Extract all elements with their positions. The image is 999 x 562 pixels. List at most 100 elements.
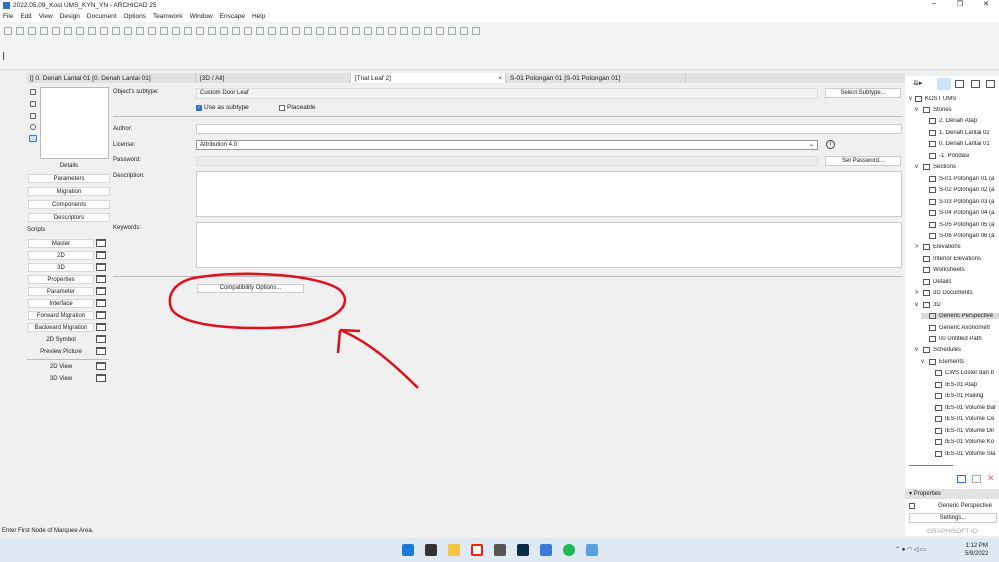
menu-file[interactable]: File	[3, 13, 13, 20]
tree-item[interactable]: S-04 Potongan 04 (a	[921, 210, 999, 217]
scrollbar[interactable]	[909, 465, 953, 466]
toolbar-tool-icon[interactable]	[184, 27, 192, 35]
calculator-icon[interactable]	[494, 544, 506, 556]
button-migration[interactable]: Migration	[28, 187, 110, 196]
plan-icon[interactable]	[30, 101, 36, 107]
select-subtype-button[interactable]: Select Subtype...	[825, 88, 901, 98]
toolbar-tool-icon[interactable]	[208, 27, 216, 35]
toolbar-tool-icon[interactable]	[256, 27, 264, 35]
spotify-icon[interactable]	[563, 544, 575, 556]
toolbar-tool-icon[interactable]	[40, 27, 48, 35]
tree-item[interactable]: > Elevations	[915, 244, 999, 251]
properties-header[interactable]: ▾ Properties	[905, 489, 999, 499]
toolbar-tool-icon[interactable]	[328, 27, 336, 35]
open-window-icon[interactable]	[96, 299, 106, 307]
toolbar-tool-icon[interactable]	[124, 27, 132, 35]
use-as-subtype-checkbox[interactable]: ✓ Use as subtype	[196, 104, 249, 111]
menu-window[interactable]: Window	[190, 13, 213, 20]
toolbar-tool-icon[interactable]	[304, 27, 312, 35]
tree-item[interactable]: IES-01 Railing	[927, 393, 999, 400]
open-window-icon[interactable]	[96, 287, 106, 295]
menu-enscape[interactable]: Enscape	[220, 13, 245, 20]
system-tray-icons[interactable]: ⌃ ● ◠ ◁ ▭	[895, 546, 926, 553]
script-master[interactable]: Master	[28, 239, 94, 248]
open-window-icon[interactable]	[96, 335, 106, 343]
open-window-icon[interactable]	[96, 347, 106, 355]
tree-item[interactable]: IES-01 Volume Dir	[927, 427, 999, 434]
open-window-icon[interactable]	[96, 323, 106, 331]
toolbar-tool-icon[interactable]	[376, 27, 384, 35]
tree-item[interactable]: -1. Pondasi	[921, 152, 999, 159]
toolbar-tool-icon[interactable]	[388, 27, 396, 35]
script-interface[interactable]: Interface	[28, 299, 94, 308]
expand-icon[interactable]: v	[921, 359, 926, 365]
menu-document[interactable]: Document	[87, 13, 117, 20]
toolbar-tool-icon[interactable]	[160, 27, 168, 35]
script-parameter[interactable]: Parameter	[28, 287, 94, 296]
open-window-icon[interactable]	[96, 251, 106, 259]
tree-item[interactable]: IES-01 Volume Sla	[927, 450, 999, 457]
toolbar-tool-icon[interactable]	[352, 27, 360, 35]
publisher-sets-icon[interactable]	[986, 80, 995, 88]
view-3d-view[interactable]: 3D View	[28, 374, 94, 383]
expand-icon[interactable]: v	[915, 107, 920, 113]
tree-item[interactable]: v Elements	[921, 358, 999, 365]
toolbar-tool-icon[interactable]	[76, 27, 84, 35]
toolbar-tool-icon[interactable]	[196, 27, 204, 35]
toolbar-tool-icon[interactable]	[280, 27, 288, 35]
script-forward-migration[interactable]: Forward Migration	[28, 311, 94, 320]
button-descriptors[interactable]: Descriptors	[28, 213, 110, 222]
maximize-button[interactable]: ❐	[947, 0, 973, 8]
tree-item[interactable]: v Schedules	[915, 347, 999, 354]
toolbar-tool-icon[interactable]	[28, 27, 36, 35]
tree-item[interactable]: >3D Documents	[915, 290, 999, 297]
section-icon[interactable]	[30, 113, 36, 119]
layout-book-icon[interactable]	[971, 80, 980, 88]
close-tab-icon[interactable]: ×	[498, 75, 502, 82]
button-details[interactable]: Details	[28, 161, 110, 170]
view-map-icon[interactable]	[955, 80, 964, 88]
tree-item[interactable]: S-06 Potongan 06 (a	[921, 232, 999, 239]
tree-root[interactable]: v KOST UMS	[909, 96, 997, 102]
toolbar-tool-icon[interactable]	[316, 27, 324, 35]
photoshop-icon[interactable]	[517, 544, 529, 556]
tree-item[interactable]: CWS Loster dan b	[927, 370, 999, 377]
menu-options[interactable]: Options	[124, 13, 146, 20]
toolbar-tool-icon[interactable]	[436, 27, 444, 35]
tree-item[interactable]: Generic Perspective	[921, 313, 999, 320]
script-properties[interactable]: Properties	[28, 275, 94, 284]
toolbar-tool-icon[interactable]	[100, 27, 108, 35]
3d-icon[interactable]	[30, 124, 36, 130]
tree-item[interactable]: 1. Denah Lantai 02	[921, 129, 999, 136]
tree-item[interactable]: Worksheets	[915, 267, 999, 274]
toolbar-tool-icon[interactable]	[424, 27, 432, 35]
tree-item[interactable]: S-01 Potongan 01 (a	[921, 175, 999, 182]
script-3d[interactable]: 3D	[28, 263, 94, 272]
tree-item[interactable]: IES-01 Volume Ko	[927, 439, 999, 446]
toolbar-tool-icon[interactable]	[472, 27, 480, 35]
description-textarea[interactable]	[196, 171, 902, 217]
toolbar-tool-icon[interactable]	[400, 27, 408, 35]
menu-edit[interactable]: Edit	[20, 13, 31, 20]
toolbar-tool-icon[interactable]	[292, 27, 300, 35]
open-window-icon[interactable]	[96, 374, 106, 382]
tab-floor-plan[interactable]: [] 0. Denah Lantai 01 [0. Denah Lantai 0…	[26, 73, 196, 83]
toolbar-tool-icon[interactable]	[88, 27, 96, 35]
expand-icon[interactable]: >	[915, 244, 920, 250]
toolbar-tool-icon[interactable]	[64, 27, 72, 35]
menu-help[interactable]: Help	[252, 13, 265, 20]
open-window-icon[interactable]	[96, 362, 106, 370]
tree-item[interactable]: 00 Untitled Path	[921, 336, 999, 342]
button-parameters[interactable]: Parameters	[28, 174, 110, 183]
project-map-icon[interactable]	[937, 78, 951, 90]
expand-icon[interactable]: >	[915, 290, 920, 296]
graphisoft-id[interactable]: GRAPHISOFT ID	[927, 528, 977, 535]
button-components[interactable]: Components	[28, 200, 110, 209]
info-icon[interactable]: i	[826, 140, 835, 149]
app-icon[interactable]	[425, 544, 437, 556]
navigator-mode-icon[interactable]: ⇊▸	[913, 79, 922, 87]
open-window-icon[interactable]	[96, 239, 106, 247]
toolbar-tool-icon[interactable]	[136, 27, 144, 35]
clock[interactable]: 1:12 PM 5/9/2022	[965, 542, 988, 558]
toolbar-tool-icon[interactable]	[220, 27, 228, 35]
